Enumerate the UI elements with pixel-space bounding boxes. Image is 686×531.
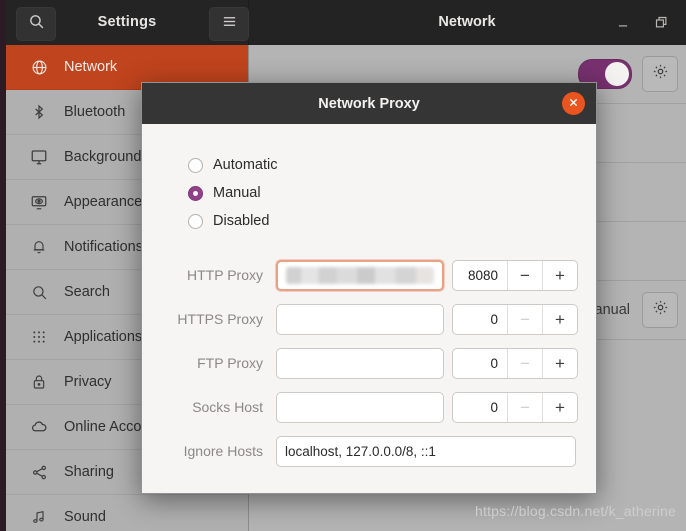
sidebar-item-label: Bluetooth — [64, 104, 126, 120]
dialog-title: Network Proxy — [318, 95, 420, 112]
port-decrement-button[interactable]: − — [507, 392, 542, 422]
radio-option-manual[interactable]: Manual — [188, 179, 568, 207]
magnifier-icon — [28, 281, 50, 303]
proxy-settings-button[interactable] — [642, 292, 678, 328]
gear-icon — [652, 63, 669, 85]
appearance-icon — [28, 191, 50, 213]
field-label: Ignore Hosts — [183, 443, 263, 459]
https-proxy-input[interactable] — [276, 303, 444, 335]
grid-dots-icon — [28, 326, 50, 348]
radio-label: Automatic — [213, 157, 278, 173]
cloud-icon — [28, 416, 50, 438]
socks-host-input[interactable] — [276, 391, 444, 423]
row-settings-button[interactable] — [642, 56, 678, 92]
http-proxy-port-stepper[interactable]: 8080 − + — [452, 259, 578, 291]
minimize-icon — [610, 10, 636, 36]
port-decrement-button[interactable]: − — [507, 348, 542, 378]
radio-option-automatic[interactable]: Automatic — [188, 151, 568, 179]
maximize-button[interactable] — [648, 0, 674, 45]
hamburger-menu-icon — [221, 14, 238, 34]
port-increment-button[interactable]: + — [542, 260, 577, 290]
sidebar-item-label: Privacy — [64, 374, 112, 390]
port-decrement-button[interactable]: − — [507, 260, 542, 290]
field-row-https-proxy: HTTPS Proxy 0 − + — [166, 297, 578, 341]
sidebar-item-label: Notifications — [64, 239, 143, 255]
network-proxy-dialog: Network Proxy Automatic Manual Disabled … — [141, 82, 597, 494]
http-proxy-input[interactable] — [276, 259, 444, 291]
redacted-value — [286, 266, 434, 284]
port-value[interactable]: 0 — [453, 393, 507, 422]
https-proxy-port-stepper[interactable]: 0 − + — [452, 303, 578, 335]
field-label: Socks Host — [192, 399, 263, 415]
dialog-titlebar: Network Proxy — [142, 83, 596, 124]
field-row-ignore-hosts: Ignore Hosts localhost, 127.0.0.0/8, ::1 — [166, 429, 576, 473]
sidebar-item-sound[interactable]: Sound — [6, 495, 248, 531]
ftp-proxy-port-stepper[interactable]: 0 − + — [452, 347, 578, 379]
dialog-body: Automatic Manual Disabled HTTP Proxy 808… — [142, 124, 596, 473]
field-row-socks-host: Socks Host 0 − + — [166, 385, 578, 429]
radio-option-disabled[interactable]: Disabled — [188, 207, 568, 235]
proxy-method-radio-group[interactable]: Automatic Manual Disabled — [188, 151, 568, 235]
radio-indicator — [188, 213, 203, 229]
port-increment-button[interactable]: + — [542, 304, 577, 334]
lock-icon — [28, 371, 50, 393]
window-titlebar: Settings Network — [6, 0, 686, 45]
port-value[interactable]: 0 — [453, 305, 507, 334]
radio-indicator — [188, 157, 203, 173]
field-label: FTP Proxy — [197, 355, 263, 371]
dialog-close-button[interactable] — [562, 92, 585, 115]
sidebar-item-label: Appearance — [64, 194, 143, 210]
port-value[interactable]: 8080 — [453, 261, 507, 290]
sidebar-item-label: Search — [64, 284, 110, 300]
minimize-button[interactable] — [610, 0, 636, 45]
bell-icon — [28, 236, 50, 258]
field-label: HTTP Proxy — [187, 267, 263, 283]
field-label: HTTPS Proxy — [177, 311, 263, 327]
port-value[interactable]: 0 — [453, 349, 507, 378]
radio-label: Manual — [213, 185, 261, 201]
sidebar-item-label: Sharing — [64, 464, 114, 480]
gear-icon — [652, 299, 669, 321]
field-row-ftp-proxy: FTP Proxy 0 − + — [166, 341, 578, 385]
settings-window: Settings Network Network Bluetooth Backg… — [0, 0, 686, 531]
music-note-icon — [28, 506, 50, 528]
socks-host-port-stepper[interactable]: 0 − + — [452, 391, 578, 423]
close-icon — [568, 95, 579, 113]
port-increment-button[interactable]: + — [542, 348, 577, 378]
sidebar-item-label: Sound — [64, 509, 106, 525]
radio-indicator-selected — [188, 185, 203, 201]
watermark: https://blog.csdn.net/k_atherine — [475, 503, 676, 519]
bluetooth-icon — [28, 101, 50, 123]
ftp-proxy-input[interactable] — [276, 347, 444, 379]
toggle-knob — [605, 62, 629, 86]
port-decrement-button[interactable]: − — [507, 304, 542, 334]
share-nodes-icon — [28, 461, 50, 483]
port-increment-button[interactable]: + — [542, 392, 577, 422]
proxy-fields: HTTP Proxy 8080 − + HTTPS Proxy 0 − + FT… — [166, 253, 578, 473]
sidebar-item-label: Background — [64, 149, 142, 165]
ignore-hosts-input[interactable]: localhost, 127.0.0.0/8, ::1 — [276, 435, 576, 467]
field-row-http-proxy: HTTP Proxy 8080 − + — [166, 253, 578, 297]
monitor-icon — [28, 146, 50, 168]
menu-button[interactable] — [209, 7, 249, 41]
sidebar-item-label: Network — [64, 59, 118, 75]
radio-label: Disabled — [213, 213, 270, 229]
globe-icon — [28, 56, 50, 78]
maximize-restore-icon — [648, 10, 674, 36]
sidebar-item-label: Applications — [64, 329, 143, 345]
